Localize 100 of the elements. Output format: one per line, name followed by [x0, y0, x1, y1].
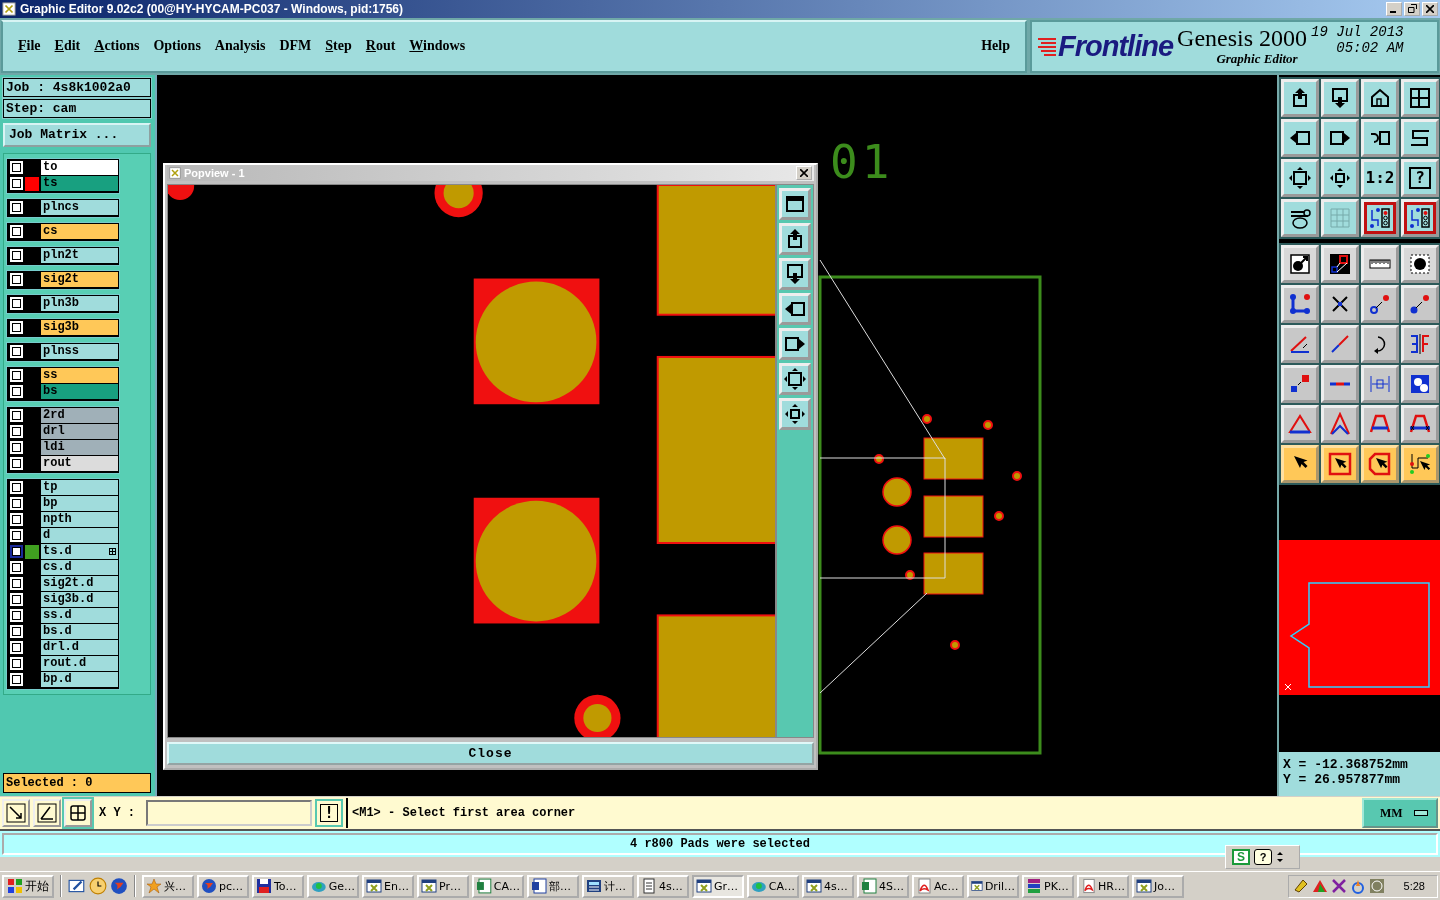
taskbar-button[interactable]: Gr… [692, 874, 744, 898]
tool-button[interactable] [1281, 444, 1319, 483]
layer-name[interactable]: tp [41, 480, 118, 496]
tool-button[interactable] [1321, 444, 1359, 483]
view-tool-button[interactable] [779, 328, 811, 361]
layer-name[interactable]: bs.d [41, 624, 118, 640]
layer-name[interactable]: pln3b [41, 296, 118, 312]
layer-name[interactable]: bs [41, 384, 118, 400]
tool-button[interactable] [1281, 78, 1319, 117]
tool-button[interactable] [1401, 244, 1439, 283]
diagonal-arrow-button[interactable] [2, 799, 30, 828]
taskbar-button[interactable]: En… [362, 874, 414, 898]
tool-button[interactable] [1401, 324, 1439, 363]
alert-button[interactable]: ! [315, 799, 343, 828]
layer-name[interactable]: cs.d [41, 560, 118, 576]
layer-name[interactable]: ss.d [41, 608, 118, 624]
units-button[interactable]: MM [1362, 798, 1438, 829]
layer-name[interactable]: ss [41, 368, 118, 384]
layer-name[interactable]: pln2t [41, 248, 118, 264]
taskbar-button[interactable]: CA… [747, 874, 799, 898]
taskbar-button[interactable]: pc… [197, 874, 249, 898]
popview-close-button[interactable]: Close [167, 741, 814, 765]
tool-button[interactable] [1281, 158, 1319, 197]
angle-button[interactable] [33, 799, 61, 828]
layer-name[interactable]: drl.d [41, 640, 118, 656]
tool-button[interactable] [1401, 284, 1439, 323]
view-tool-button[interactable] [779, 363, 811, 396]
menu-item[interactable]: Analysis [207, 38, 273, 55]
tool-button[interactable] [1321, 78, 1359, 117]
tool-button[interactable] [1361, 78, 1399, 117]
tool-button[interactable] [1321, 244, 1359, 283]
layer-name[interactable]: drl [41, 424, 118, 440]
layer-name[interactable]: to [41, 160, 118, 176]
tool-button[interactable] [1281, 404, 1319, 443]
tool-button[interactable] [1401, 444, 1439, 483]
view-tool-button[interactable] [779, 188, 811, 221]
tool-button[interactable] [1401, 118, 1439, 157]
taskbar-button[interactable]: HR… [1077, 874, 1129, 898]
taskbar-button[interactable]: 部… [527, 874, 579, 898]
tool-button[interactable] [1321, 364, 1359, 403]
layer-name[interactable]: d [41, 528, 118, 544]
help-button[interactable]: ? [1254, 849, 1272, 866]
taskbar-button[interactable]: To… [252, 874, 304, 898]
taskbar-button[interactable]: Jo… [1132, 874, 1184, 898]
tool-button[interactable] [1361, 364, 1399, 403]
minimize-button[interactable] [1386, 2, 1402, 16]
view-tool-button[interactable] [779, 293, 811, 326]
tool-button[interactable] [1281, 324, 1319, 363]
menu-item[interactable]: Help [974, 38, 1017, 55]
layer-name[interactable]: 2rd [41, 408, 118, 424]
view-tool-button[interactable] [779, 223, 811, 256]
taskbar-button[interactable]: 兴… [142, 874, 194, 898]
restore-button[interactable] [1404, 2, 1420, 16]
layer-checkbox[interactable] [10, 545, 23, 559]
start-button[interactable]: 开始 [2, 874, 54, 898]
menu-item[interactable]: Actions [87, 38, 147, 55]
taskbar-button[interactable]: Pr… [417, 874, 469, 898]
layer-name[interactable]: rout.d [41, 656, 118, 672]
tool-button[interactable] [1281, 118, 1319, 157]
taskbar-button[interactable]: CA… [472, 874, 524, 898]
taskbar-button[interactable]: 4S… [857, 874, 909, 898]
taskbar-button[interactable]: Ge… [307, 874, 359, 898]
tool-button[interactable] [1281, 364, 1319, 403]
tool-button[interactable] [1321, 404, 1359, 443]
taskbar-button[interactable]: 4s… [802, 874, 854, 898]
tool-button[interactable] [1361, 284, 1399, 323]
tool-button[interactable] [1361, 198, 1399, 237]
layer-name[interactable]: sig3b.d [41, 592, 118, 608]
tool-button[interactable] [1361, 244, 1399, 283]
job-matrix-button[interactable]: Job Matrix ... [3, 122, 151, 147]
layer-name[interactable]: sig2t [41, 272, 118, 288]
tool-button[interactable] [1361, 444, 1399, 483]
tool-button[interactable] [1361, 324, 1399, 363]
menu-item[interactable]: File [11, 38, 48, 55]
tool-button[interactable] [1361, 118, 1399, 157]
view-tool-button[interactable] [779, 258, 811, 291]
tool-button[interactable] [1401, 404, 1439, 443]
menu-item[interactable]: Rout [358, 38, 403, 55]
view-tool-button[interactable] [779, 398, 811, 431]
tool-button[interactable] [1281, 284, 1319, 323]
layer-name[interactable]: bp.d [41, 672, 118, 688]
menu-item[interactable]: DFM [272, 38, 319, 55]
layer-name[interactable]: ldi [41, 440, 118, 456]
menu-item[interactable]: Options [146, 38, 208, 55]
menu-item[interactable]: Edit [47, 38, 88, 55]
tool-button[interactable] [1321, 198, 1359, 237]
layer-name[interactable]: ts.d [41, 544, 118, 560]
tool-button[interactable] [1281, 244, 1319, 283]
tool-button[interactable] [1321, 324, 1359, 363]
layer-name[interactable]: sig3b [41, 320, 118, 336]
layer-name[interactable]: plnss [41, 344, 118, 360]
tool-button[interactable] [1321, 118, 1359, 157]
menu-item[interactable]: Step [318, 38, 359, 55]
layer-name[interactable]: bp [41, 496, 118, 512]
tool-button[interactable]: 1:2 [1361, 158, 1399, 197]
tool-button[interactable] [1321, 284, 1359, 323]
taskbar-button[interactable]: Dril… [967, 874, 1019, 898]
taskbar-button[interactable]: Ac… [912, 874, 964, 898]
tool-button[interactable] [1401, 78, 1439, 117]
tool-button[interactable] [1321, 158, 1359, 197]
